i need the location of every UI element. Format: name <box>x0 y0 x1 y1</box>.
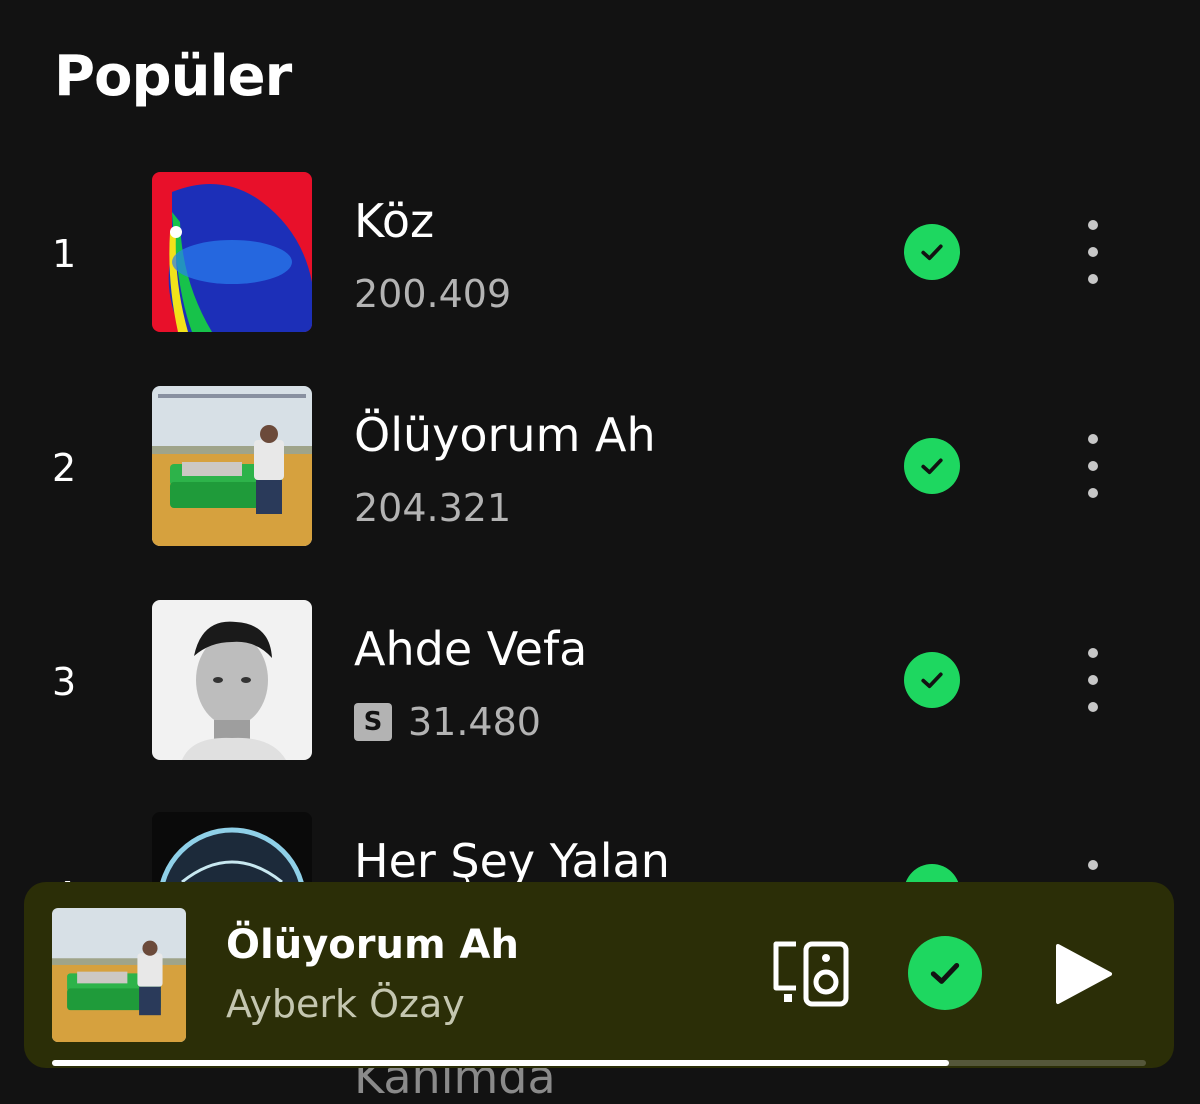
track-rank: 3 <box>52 660 77 704</box>
more-options-icon[interactable] <box>1078 434 1108 498</box>
more-options-icon[interactable] <box>1078 648 1108 712</box>
saved-check-icon[interactable] <box>904 652 960 708</box>
track-playcount: 204.321 <box>354 486 512 530</box>
now-playing-title[interactable]: Ölüyorum Ah <box>226 922 519 968</box>
track-row[interactable]: 3 Ahde Vefa S 31.480 <box>0 600 1200 760</box>
album-cover <box>152 386 312 546</box>
track-title: Köz <box>354 194 435 248</box>
connect-device-icon[interactable] <box>770 938 854 1010</box>
explicit-badge: S <box>354 703 392 741</box>
saved-check-icon[interactable] <box>904 224 960 280</box>
album-cover <box>152 600 312 760</box>
track-title: Ahde Vefa <box>354 622 588 676</box>
track-playcount-row: S 31.480 <box>354 700 541 744</box>
more-options-icon[interactable] <box>1078 220 1108 284</box>
section-title: Popüler <box>54 44 292 109</box>
saved-check-icon[interactable] <box>908 936 982 1010</box>
track-playcount: 31.480 <box>408 700 541 744</box>
now-playing-bar[interactable]: Ölüyorum Ah Ayberk Özay <box>24 882 1174 1068</box>
track-rank: 2 <box>52 446 77 490</box>
track-row[interactable]: 1 Köz 200.409 <box>0 172 1200 332</box>
saved-check-icon[interactable] <box>904 438 960 494</box>
playback-progress-fill <box>52 1060 950 1066</box>
track-title: Ölüyorum Ah <box>354 408 656 462</box>
track-row[interactable]: 2 Ölüyorum Ah 204.321 <box>0 386 1200 546</box>
now-playing-artist[interactable]: Ayberk Özay <box>226 982 465 1026</box>
play-icon[interactable] <box>1054 942 1114 1006</box>
track-title: Her Şey Yalan <box>354 834 670 888</box>
now-playing-cover <box>52 908 186 1042</box>
track-rank: 1 <box>52 232 77 276</box>
album-cover <box>152 172 312 332</box>
track-playcount: 200.409 <box>354 272 512 316</box>
playback-progress-bar[interactable] <box>52 1060 1146 1066</box>
